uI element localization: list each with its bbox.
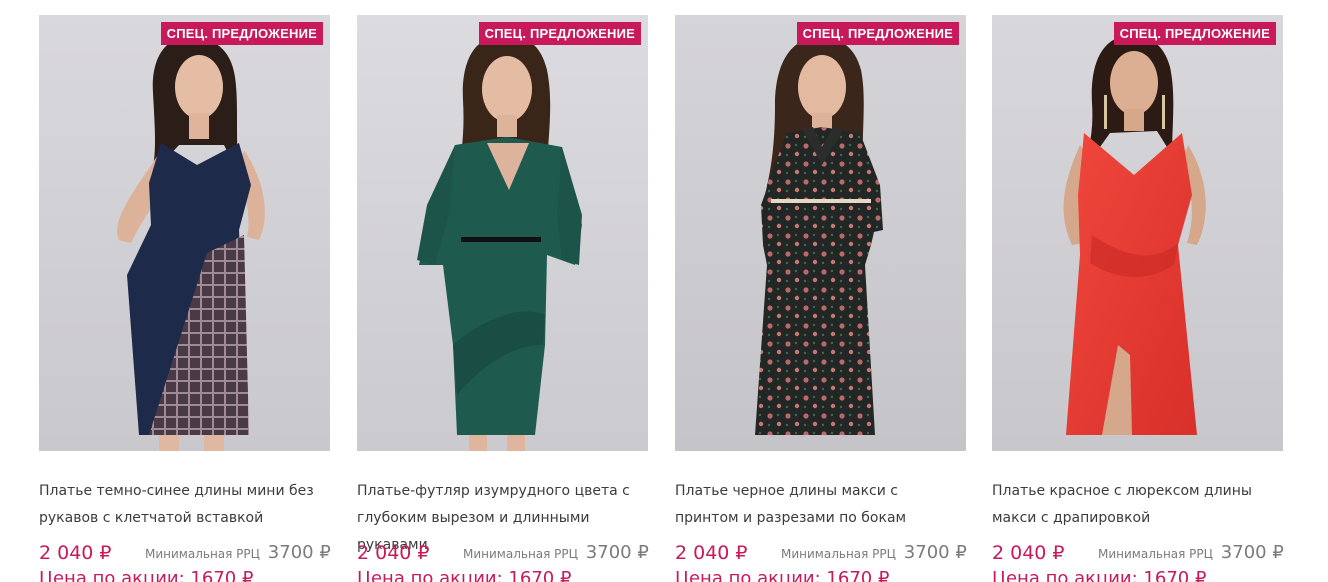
min-rrc-value: 3700 ₽: [585, 542, 649, 563]
product-price: 2 040 ₽: [357, 542, 430, 564]
promo-price: Цена по акции: 1670 ₽: [357, 567, 648, 582]
min-rrc: Минимальная РРЦ 3700 ₽: [1098, 540, 1284, 567]
dress-photo-red: [992, 15, 1283, 451]
product-title[interactable]: Платье темно-синее длины мини без рукаво…: [39, 478, 330, 532]
min-rrc: Минимальная РРЦ 3700 ₽: [145, 540, 331, 567]
promo-value: 1670 ₽: [1143, 568, 1207, 582]
product-title[interactable]: Платье черное длины макси с принтом и ра…: [675, 478, 966, 532]
product-title[interactable]: Платье-футляр изумрудного цвета с глубок…: [357, 478, 648, 553]
promo-price: Цена по акции: 1670 ₽: [992, 567, 1283, 582]
promo-price: Цена по акции: 1670 ₽: [675, 567, 966, 582]
product-card[interactable]: СПЕЦ. ПРЕДЛОЖЕНИЕ Платье темно-синее дли…: [39, 15, 331, 582]
min-rrc-value: 3700 ₽: [267, 542, 331, 563]
promo-value: 1670 ₽: [190, 568, 254, 582]
special-offer-badge: СПЕЦ. ПРЕДЛОЖЕНИЕ: [796, 22, 959, 45]
dress-photo-navy: [39, 15, 330, 451]
price-row: 2 040 ₽ Минимальная РРЦ 3700 ₽: [675, 540, 967, 567]
promo-value: 1670 ₽: [508, 568, 572, 582]
product-price: 2 040 ₽: [675, 542, 748, 564]
promo-value: 1670 ₽: [826, 568, 890, 582]
product-image[interactable]: СПЕЦ. ПРЕДЛОЖЕНИЕ: [39, 15, 330, 451]
price-row: 2 040 ₽ Минимальная РРЦ 3700 ₽: [39, 540, 331, 567]
product-image[interactable]: СПЕЦ. ПРЕДЛОЖЕНИЕ: [992, 15, 1283, 451]
promo-label: Цена по акции:: [357, 568, 503, 582]
min-rrc-label: Минимальная РРЦ: [463, 547, 578, 561]
product-card[interactable]: СПЕЦ. ПРЕДЛОЖЕНИЕ Платье красное с люрек…: [992, 15, 1284, 582]
product-image[interactable]: СПЕЦ. ПРЕДЛОЖЕНИЕ: [675, 15, 966, 451]
min-rrc-value: 3700 ₽: [1220, 542, 1284, 563]
promo-label: Цена по акции:: [39, 568, 185, 582]
special-offer-badge: СПЕЦ. ПРЕДЛОЖЕНИЕ: [478, 22, 641, 45]
product-price: 2 040 ₽: [992, 542, 1065, 564]
product-grid: СПЕЦ. ПРЕДЛОЖЕНИЕ Платье темно-синее дли…: [0, 0, 1328, 582]
min-rrc-label: Минимальная РРЦ: [145, 547, 260, 561]
product-price: 2 040 ₽: [39, 542, 112, 564]
product-card[interactable]: СПЕЦ. ПРЕДЛОЖЕНИЕ Платье черное длины ма…: [675, 15, 967, 582]
price-row: 2 040 ₽ Минимальная РРЦ 3700 ₽: [992, 540, 1284, 567]
product-image[interactable]: СПЕЦ. ПРЕДЛОЖЕНИЕ: [357, 15, 648, 451]
price-row: 2 040 ₽ Минимальная РРЦ 3700 ₽: [357, 540, 649, 567]
dress-photo-emerald: [357, 15, 648, 451]
min-rrc-value: 3700 ₽: [903, 542, 967, 563]
product-title[interactable]: Платье красное с люрексом длины макси с …: [992, 478, 1283, 532]
special-offer-badge: СПЕЦ. ПРЕДЛОЖЕНИЕ: [160, 22, 323, 45]
promo-label: Цена по акции:: [675, 568, 821, 582]
special-offer-badge: СПЕЦ. ПРЕДЛОЖЕНИЕ: [1113, 22, 1276, 45]
product-card[interactable]: СПЕЦ. ПРЕДЛОЖЕНИЕ Платье-футляр изумрудн…: [357, 15, 649, 582]
promo-price: Цена по акции: 1670 ₽: [39, 567, 330, 582]
min-rrc: Минимальная РРЦ 3700 ₽: [463, 540, 649, 567]
min-rrc-label: Минимальная РРЦ: [781, 547, 896, 561]
dress-photo-black-print: [675, 15, 966, 451]
promo-label: Цена по акции:: [992, 568, 1138, 582]
min-rrc-label: Минимальная РРЦ: [1098, 547, 1213, 561]
min-rrc: Минимальная РРЦ 3700 ₽: [781, 540, 967, 567]
